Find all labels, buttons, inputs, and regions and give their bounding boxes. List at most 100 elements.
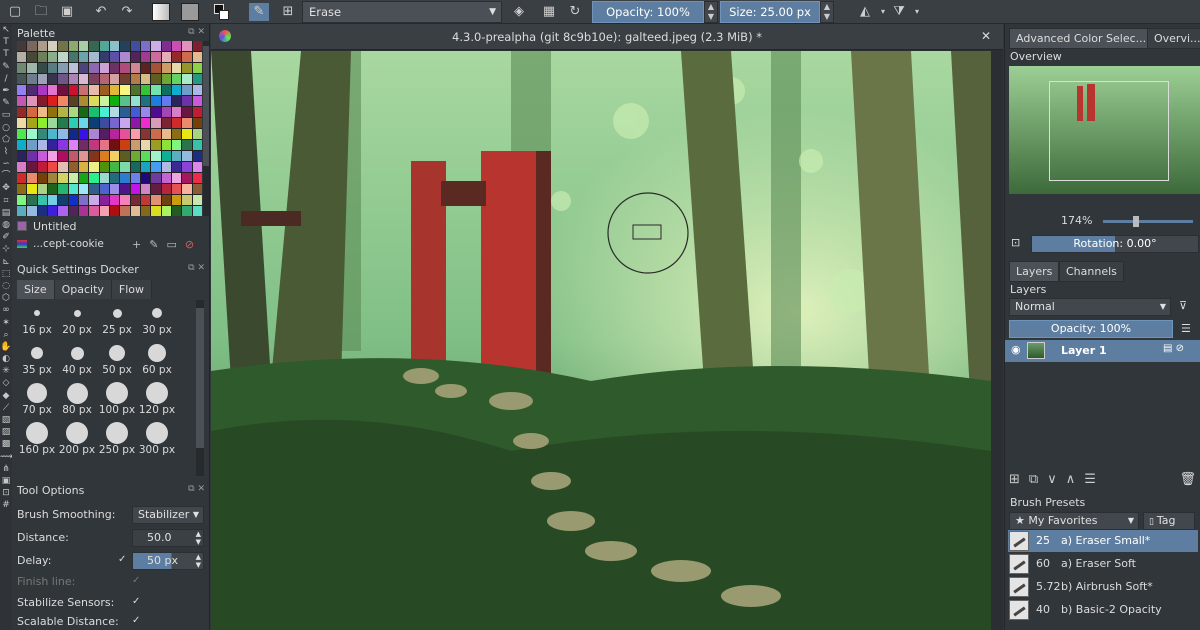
palette-swatch[interactable] [27, 52, 37, 62]
size-preset[interactable]: 20 px [57, 300, 97, 340]
palette-swatch[interactable] [37, 107, 47, 117]
palette-swatch[interactable] [58, 41, 68, 51]
eraser-mode-icon[interactable]: ◈ [510, 3, 528, 21]
palette-swatch[interactable] [140, 41, 151, 51]
palette-swatch[interactable] [140, 162, 151, 172]
palette-swatch[interactable] [109, 206, 120, 216]
fill-select-icon[interactable]: ▧ [0, 414, 12, 426]
transform2-icon[interactable]: ⊡ [0, 487, 12, 499]
brush-preset-item[interactable]: 60 a) Eraser Soft [1008, 553, 1198, 575]
size-preset[interactable]: 250 px [97, 420, 137, 460]
palette-swatch[interactable] [120, 118, 130, 128]
palette-swatch[interactable] [182, 85, 192, 95]
delete-layer-icon[interactable]: 🗑 [1179, 472, 1196, 487]
palette-swatch[interactable] [120, 184, 130, 194]
palette-swatch[interactable] [140, 96, 151, 106]
palette-swatch[interactable] [89, 107, 99, 117]
overview-viewport[interactable] [1049, 81, 1169, 181]
palette-swatch[interactable] [78, 129, 89, 139]
palette-swatch[interactable] [161, 173, 171, 183]
open-document-icon[interactable]: 🗀 [32, 3, 50, 21]
palette-swatch[interactable] [151, 206, 161, 216]
palette-swatch[interactable] [58, 151, 68, 161]
palette-swatch[interactable] [161, 85, 171, 95]
palette-swatch[interactable] [47, 63, 58, 73]
palette-swatch[interactable] [17, 184, 27, 194]
palette-swatch[interactable] [192, 85, 202, 95]
palette-swatch[interactable] [171, 107, 182, 117]
similar-select-icon[interactable]: ▩ [0, 438, 12, 450]
palette-swatch[interactable] [99, 41, 109, 51]
palette-swatch[interactable] [130, 184, 140, 194]
palette-swatch[interactable] [161, 74, 171, 84]
palette-swatch[interactable] [27, 118, 37, 128]
palette-swatch[interactable] [99, 195, 109, 205]
magnetic-icon[interactable]: ⋔ [0, 463, 12, 475]
palette-swatch[interactable] [47, 151, 58, 161]
palette-swatch[interactable] [161, 184, 171, 194]
palette-swatch[interactable] [68, 63, 78, 73]
tab-opacity[interactable]: Opacity [54, 280, 112, 299]
palette-swatch[interactable] [27, 162, 37, 172]
palette-swatch[interactable] [58, 206, 68, 216]
palette-swatch[interactable] [47, 85, 58, 95]
overview-thumbnail[interactable] [1009, 66, 1200, 194]
canvas-vertical-scrollbar[interactable] [991, 51, 1003, 630]
palette-swatch[interactable] [120, 41, 130, 51]
palette-swatch[interactable] [171, 118, 182, 128]
palette-swatch[interactable] [151, 118, 161, 128]
palette-swatch[interactable] [161, 195, 171, 205]
palette-swatch[interactable] [192, 195, 202, 205]
zoom-slider[interactable] [1103, 216, 1193, 227]
palette-swatch[interactable] [171, 151, 182, 161]
palette-swatch[interactable] [120, 162, 130, 172]
close-icon[interactable]: ✕ [981, 29, 991, 43]
palette-swatch[interactable] [89, 41, 99, 51]
palette-swatch[interactable] [27, 85, 37, 95]
grid-toggle-icon[interactable]: ⊞ [279, 3, 297, 21]
redo-icon[interactable]: ↷ [118, 3, 136, 21]
shape-icon[interactable]: ◇ [0, 377, 12, 389]
palette-swatch[interactable] [17, 74, 27, 84]
palette-swatch[interactable] [192, 74, 202, 84]
tab-overview[interactable]: Overvi... [1147, 28, 1200, 49]
palette-swatch[interactable] [99, 162, 109, 172]
palette-swatch[interactable] [151, 41, 161, 51]
palette-swatch[interactable] [47, 107, 58, 117]
add-color-icon[interactable]: + [132, 238, 149, 251]
palette-swatch[interactable] [109, 107, 120, 117]
palette-swatch[interactable] [182, 206, 192, 216]
palette-swatch[interactable] [37, 162, 47, 172]
palette-swatch[interactable] [89, 52, 99, 62]
palette-swatch[interactable] [151, 151, 161, 161]
palette-swatch[interactable] [58, 129, 68, 139]
palette-swatch[interactable] [109, 85, 120, 95]
layer-lock-icon[interactable]: ▤ ⊘ [1163, 343, 1184, 354]
tab-size[interactable]: Size [17, 280, 55, 299]
text-icon[interactable]: T [0, 48, 12, 60]
palette-swatch[interactable] [58, 173, 68, 183]
palette-swatch[interactable] [192, 206, 202, 216]
palette-swatch[interactable] [47, 195, 58, 205]
palette-swatch[interactable] [47, 206, 58, 216]
layer-blend-mode-select[interactable]: Normal ▼ [1009, 298, 1171, 316]
palette-swatch[interactable] [171, 184, 182, 194]
palette-swatch[interactable] [47, 173, 58, 183]
tab-flow[interactable]: Flow [111, 280, 153, 299]
finish-line-checkbox[interactable]: ✓ [132, 575, 140, 586]
palette-swatch[interactable] [37, 195, 47, 205]
brush-tool-icon[interactable]: ✎ [0, 61, 12, 73]
palette-scrollbar[interactable] [203, 41, 209, 216]
palette-swatch[interactable] [182, 41, 192, 51]
palette-swatch[interactable] [120, 107, 130, 117]
gradient-swatch-icon[interactable] [152, 3, 170, 21]
palette-swatch[interactable] [58, 74, 68, 84]
palette-swatch[interactable] [109, 74, 120, 84]
palette-swatch[interactable] [99, 63, 109, 73]
palette-swatch[interactable] [120, 74, 130, 84]
palette-swatch[interactable] [68, 52, 78, 62]
preserve-alpha-icon[interactable]: ▦ [540, 3, 558, 21]
palette-swatch[interactable] [171, 173, 182, 183]
palette-swatch[interactable] [68, 173, 78, 183]
palette-swatch[interactable] [140, 74, 151, 84]
